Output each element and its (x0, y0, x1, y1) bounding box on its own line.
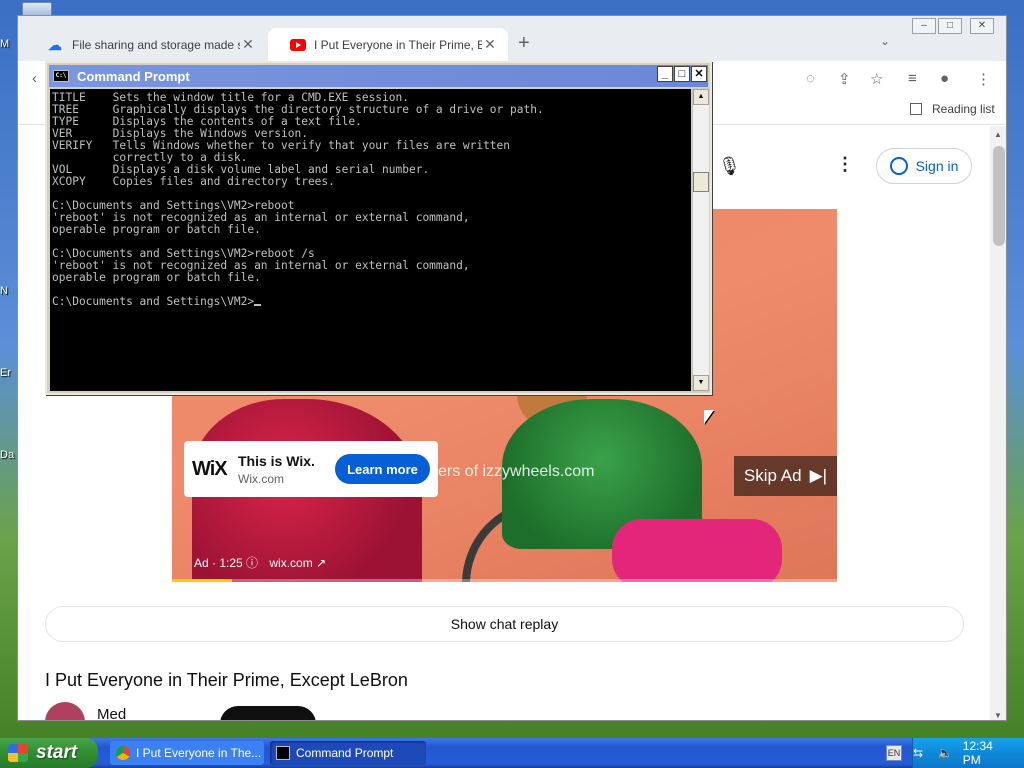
mouse-pointer-icon (704, 410, 714, 424)
taskbar-item-chrome[interactable]: I Put Everyone in The... (110, 741, 264, 765)
scroll-thumb[interactable] (993, 146, 1005, 246)
chrome-icon (116, 746, 130, 760)
wix-logo: WiX (192, 457, 228, 480)
cloud-icon: ☁ (48, 36, 62, 53)
cmd-console[interactable]: TITLE Sets the window title for a CMD.EX… (50, 89, 691, 391)
start-label: start (36, 742, 78, 763)
reading-list-label: Reading list (932, 102, 995, 116)
account-icon (889, 157, 908, 175)
external-link-icon: ↗ (316, 556, 327, 570)
menu-kebab-icon[interactable]: ⋮ (976, 70, 991, 88)
back-arrow-icon[interactable]: ‹ (32, 70, 37, 87)
ad-timer: Ad · 1:25 (194, 556, 243, 570)
taskbar-item-label: I Put Everyone in The... (136, 746, 262, 760)
ad-progress-fill (172, 579, 232, 582)
profile-avatar-icon[interactable]: ● (940, 70, 949, 87)
desktop-icon-label[interactable]: Er (0, 367, 16, 379)
cmd-icon: C:\ (53, 70, 69, 82)
video-title: I Put Everyone in Their Prime, Except Le… (45, 670, 408, 690)
windows-flag-icon (8, 744, 28, 762)
clock[interactable]: 12:34 PM (963, 739, 1012, 767)
ad-info: Ad · 1:25 ⓘ wix.com ↗ (194, 554, 326, 571)
ad-site-link[interactable]: wix.com (269, 556, 312, 570)
cmd-scroll-thumb[interactable] (693, 172, 709, 192)
share-icon[interactable]: ⇪ (838, 70, 851, 88)
cmd-scrollbar[interactable]: ▲ ▼ (692, 89, 709, 391)
scroll-down-icon[interactable]: ▼ (693, 375, 709, 391)
scroll-up-icon[interactable]: ▲ (994, 130, 1002, 139)
youtube-icon (290, 38, 306, 51)
maximize-button[interactable]: □ (938, 18, 962, 34)
ad-card-title: This is Wix. (238, 452, 315, 469)
close-icon[interactable]: ✕ (240, 36, 256, 53)
reading-list-button[interactable]: Reading list (910, 102, 995, 116)
skip-ad-button[interactable]: Skip Ad ▶| (734, 456, 837, 496)
command-prompt-window[interactable]: C:\ Command Prompt _ □ ✕ TITLE Sets the … (45, 61, 712, 395)
start-button[interactable]: start (0, 738, 98, 768)
ad-card-domain: Wix.com (238, 471, 284, 486)
page-scrollbar[interactable]: ▲ ▼ (990, 126, 1006, 720)
media-queue-icon[interactable]: ≡ (908, 70, 917, 87)
tab-search-chevron-icon[interactable]: ⌄ (880, 34, 890, 48)
scroll-up-icon[interactable]: ▲ (693, 89, 709, 105)
learn-more-button[interactable]: Learn more (335, 454, 430, 484)
channel-name[interactable]: Med (97, 706, 126, 720)
cmd-cursor (254, 304, 262, 306)
cmd-output: TITLE Sets the window title for a CMD.EX… (52, 91, 544, 308)
ad-overlay-text: ers of izzywheels.com (438, 463, 595, 480)
skip-next-icon: ▶| (809, 466, 828, 485)
channel-avatar[interactable] (45, 702, 85, 720)
cmd-close-button[interactable]: ✕ (691, 66, 707, 82)
volume-icon[interactable]: 🔈 (938, 746, 963, 760)
eye-off-icon[interactable]: ◌ (806, 70, 815, 87)
close-window-button[interactable]: ✕ (970, 18, 994, 34)
sign-in-button[interactable]: Sign in (876, 148, 972, 184)
cmd-title-bar[interactable]: C:\ Command Prompt (49, 65, 708, 87)
close-icon[interactable]: ✕ (482, 36, 498, 53)
settings-kebab-icon[interactable]: ⋮ (836, 154, 854, 175)
network-icon[interactable]: ⇆ (913, 746, 938, 760)
taskbar-item-cmd[interactable]: Command Prompt (270, 741, 426, 765)
sign-in-label: Sign in (915, 158, 959, 174)
system-tray: ⇆ 🔈 12:34 PM (912, 738, 1024, 768)
cmd-minimize-button[interactable]: _ (657, 66, 673, 82)
tab-title: I Put Everyone in Their Prime, Except Le… (314, 37, 482, 52)
tab-file-sharing[interactable]: ☁ File sharing and storage made simple ✕ (26, 28, 266, 61)
tab-strip: ☁ File sharing and storage made simple ✕… (18, 16, 1006, 61)
language-bar-icon[interactable]: EN (886, 745, 902, 761)
scroll-down-icon[interactable]: ▼ (994, 711, 1002, 720)
reading-list-icon (910, 103, 922, 115)
info-icon[interactable]: ⓘ (246, 556, 261, 570)
cmd-title: Command Prompt (77, 68, 190, 84)
desktop-icon-label[interactable]: Da (0, 449, 16, 461)
ad-card[interactable]: WiX This is Wix. Wix.com Learn more (184, 441, 438, 497)
tab-youtube[interactable]: I Put Everyone in Their Prime, Except Le… (268, 28, 508, 61)
desktop-icon-label[interactable]: N (0, 285, 16, 297)
microphone-icon[interactable]: 🎙 (718, 156, 741, 177)
cmd-maximize-button[interactable]: □ (674, 66, 690, 82)
tab-title: File sharing and storage made simple (72, 37, 240, 52)
taskbar-item-label: Command Prompt (296, 746, 394, 760)
show-chat-replay-button[interactable]: Show chat replay (45, 606, 964, 642)
taskbar: start I Put Everyone in The... Command P… (0, 738, 1024, 768)
cmd-icon (276, 746, 290, 760)
subscribe-button[interactable] (220, 706, 316, 720)
ad-progress-bar[interactable] (172, 579, 837, 582)
desktop-icon-label[interactable]: M (0, 38, 16, 50)
video-frame-figure (612, 519, 782, 582)
bookmark-star-icon[interactable]: ☆ (870, 70, 883, 88)
skip-ad-label: Skip Ad (743, 466, 802, 485)
minimize-button[interactable]: – (912, 18, 936, 34)
new-tab-button[interactable]: + (518, 32, 530, 55)
